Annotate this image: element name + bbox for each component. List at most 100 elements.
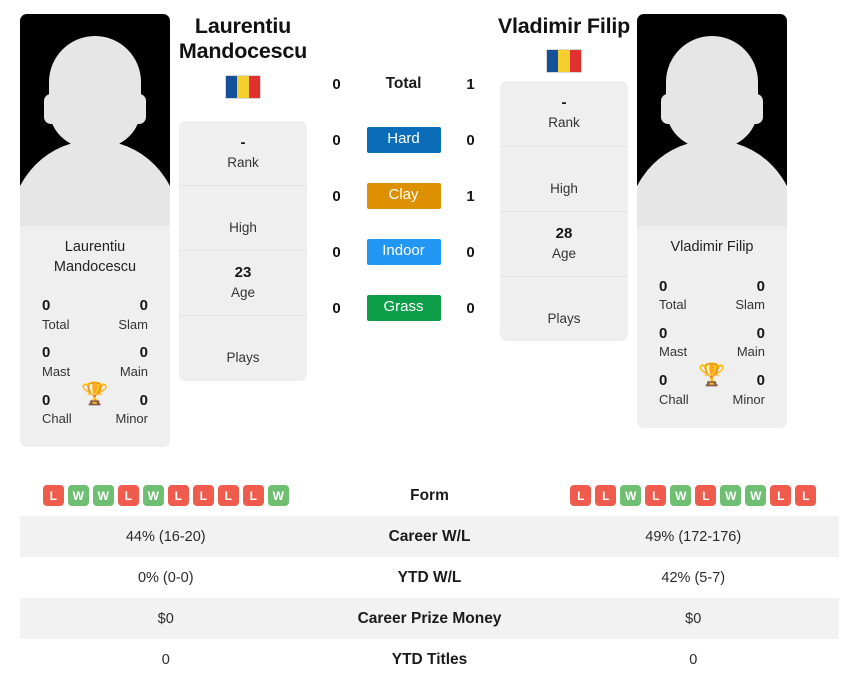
- h2h-left-score: 0: [332, 187, 341, 205]
- left-player-name[interactable]: Laurentiu Mandocescu: [170, 14, 316, 65]
- titles-label: Minor: [732, 391, 765, 407]
- table-row-ytd-wl: 0% (0-0) YTD W/L 42% (5-7): [20, 557, 839, 598]
- titles-label: Slam: [118, 316, 148, 332]
- left-player-name-column: Laurentiu Mandocescu - Rank High 23 Age: [170, 14, 316, 381]
- form-badge-loss[interactable]: L: [645, 485, 667, 506]
- info-row-age: 23 Age: [179, 251, 307, 317]
- form-badge-win[interactable]: W: [720, 485, 742, 506]
- info-label: Rank: [548, 115, 580, 131]
- avatar-body-icon: [637, 140, 787, 226]
- info-value: 28: [555, 224, 573, 242]
- form-badge-loss[interactable]: L: [595, 485, 617, 506]
- titles-row: 0 Total 0 Slam: [645, 272, 779, 319]
- titles-value: 0: [756, 277, 765, 295]
- h2h-row-clay: 0 Clay 1: [316, 168, 491, 224]
- info-label: Age: [551, 245, 577, 261]
- stat-label-career-prize-money: Career Prize Money: [357, 609, 502, 627]
- titles-value: 0: [139, 344, 148, 362]
- table-row-career-prize-money: $0 Career Prize Money $0: [20, 598, 839, 639]
- form-badge-loss[interactable]: L: [217, 485, 239, 506]
- avatar-ear-right-icon: [132, 94, 146, 124]
- h2h-right-score: 0: [466, 299, 475, 317]
- info-row-plays: Plays: [179, 316, 307, 380]
- h2h-left-score: 0: [332, 75, 341, 93]
- titles-cell-main: 0 Main: [717, 324, 773, 362]
- surface-badge-clay: Clay: [366, 183, 441, 209]
- right-player-name-column: Vladimir Filip - Rank High 28 Age Plays: [491, 14, 637, 342]
- info-row-high: High: [179, 186, 307, 252]
- left-player-info-card: - Rank High 23 Age Plays: [179, 120, 307, 381]
- h2h-right-score: 0: [466, 243, 475, 261]
- form-badge-loss[interactable]: L: [695, 485, 717, 506]
- info-label: Rank: [227, 154, 259, 170]
- info-label: Plays: [547, 311, 581, 327]
- titles-value: 0: [42, 297, 51, 315]
- left-career-wl: 44% (16-20): [125, 528, 206, 545]
- right-ytd-titles: 0: [689, 651, 698, 668]
- titles-value: 0: [42, 344, 51, 362]
- info-value: [183, 199, 303, 218]
- avatar-ear-left-icon: [44, 94, 58, 124]
- form-badge-win[interactable]: W: [620, 485, 642, 506]
- titles-cell-slam: 0 Slam: [717, 277, 773, 315]
- left-form-strip: LWWLWLLLLW: [22, 485, 310, 506]
- titles-row: 0 Mast 0 Main: [28, 338, 162, 385]
- form-badge-win[interactable]: W: [142, 485, 164, 506]
- titles-label: Total: [42, 316, 70, 332]
- right-career-prize-money: $0: [685, 610, 702, 627]
- stats-comparison-table: LWWLWLLLLW Form LLWLWLWWLL 44% (16-20) C…: [0, 475, 859, 680]
- titles-cell-total: 0 Total: [651, 277, 707, 315]
- table-row-ytd-titles: 0 YTD Titles 0: [20, 639, 839, 680]
- h2h-label: Total: [385, 75, 422, 92]
- table-row-career-wl: 44% (16-20) Career W/L 49% (172-176): [20, 516, 839, 557]
- titles-cell-total: 0 Total: [34, 296, 90, 334]
- form-badge-loss[interactable]: L: [795, 485, 817, 506]
- info-value: 23: [234, 264, 252, 282]
- form-badge-loss[interactable]: L: [117, 485, 139, 506]
- left-ytd-wl: 0% (0-0): [137, 569, 194, 586]
- right-form-cell: LLWLWLWWLL: [550, 485, 838, 506]
- form-badge-loss[interactable]: L: [770, 485, 792, 506]
- form-badge-loss[interactable]: L: [242, 485, 264, 506]
- info-row-age: 28 Age: [500, 212, 628, 278]
- trophy-icon: 🏆: [698, 361, 726, 387]
- player-comparison-header: Laurentiu Mandocescu 🏆 0 Total 0 Slam 0: [0, 0, 859, 472]
- info-row-rank: - Rank: [179, 121, 307, 186]
- titles-label: Main: [119, 363, 148, 379]
- form-badge-win[interactable]: W: [67, 485, 89, 506]
- h2h-comparison-page: Laurentiu Mandocescu 🏆 0 Total 0 Slam 0: [0, 0, 859, 689]
- right-player-photo-card[interactable]: Vladimir Filip 🏆 0 Total 0 Slam 0 Mast 0…: [637, 14, 787, 428]
- stat-label-ytd-titles: YTD Titles: [391, 650, 468, 668]
- surface-badge-hard: Hard: [366, 127, 441, 153]
- h2h-row-hard: 0 Hard 0: [316, 112, 491, 168]
- titles-cell-slam: 0 Slam: [100, 296, 156, 334]
- form-badge-loss[interactable]: L: [570, 485, 592, 506]
- stat-label-form: Form: [410, 486, 449, 504]
- titles-label: Main: [736, 344, 765, 360]
- form-badge-win[interactable]: W: [92, 485, 114, 506]
- right-ytd-wl: 42% (5-7): [661, 569, 726, 586]
- right-form-strip: LLWLWLWWLL: [550, 485, 838, 506]
- info-value: [504, 290, 624, 309]
- right-player-flag-icon: [546, 49, 582, 74]
- titles-row: 0 Mast 0 Main: [645, 319, 779, 366]
- h2h-right-score: 0: [466, 131, 475, 149]
- info-value: -: [561, 94, 567, 112]
- left-player-flag-icon: [225, 74, 261, 99]
- form-badge-loss[interactable]: L: [167, 485, 189, 506]
- form-badge-win[interactable]: W: [670, 485, 692, 506]
- info-label: High: [229, 219, 257, 235]
- right-player-name[interactable]: Vladimir Filip: [498, 14, 630, 39]
- titles-cell-mast: 0 Mast: [651, 324, 707, 362]
- surface-badge-grass: Grass: [366, 295, 441, 321]
- avatar-body-icon: [20, 140, 170, 226]
- info-value: [504, 160, 624, 179]
- left-player-photo-card[interactable]: Laurentiu Mandocescu 🏆 0 Total 0 Slam 0: [20, 14, 170, 448]
- right-career-wl: 49% (172-176): [645, 528, 742, 545]
- form-badge-loss[interactable]: L: [42, 485, 64, 506]
- form-badge-win[interactable]: W: [267, 485, 289, 506]
- titles-label: Mast: [42, 363, 71, 379]
- h2h-left-score: 0: [332, 243, 341, 261]
- form-badge-win[interactable]: W: [745, 485, 767, 506]
- form-badge-loss[interactable]: L: [192, 485, 214, 506]
